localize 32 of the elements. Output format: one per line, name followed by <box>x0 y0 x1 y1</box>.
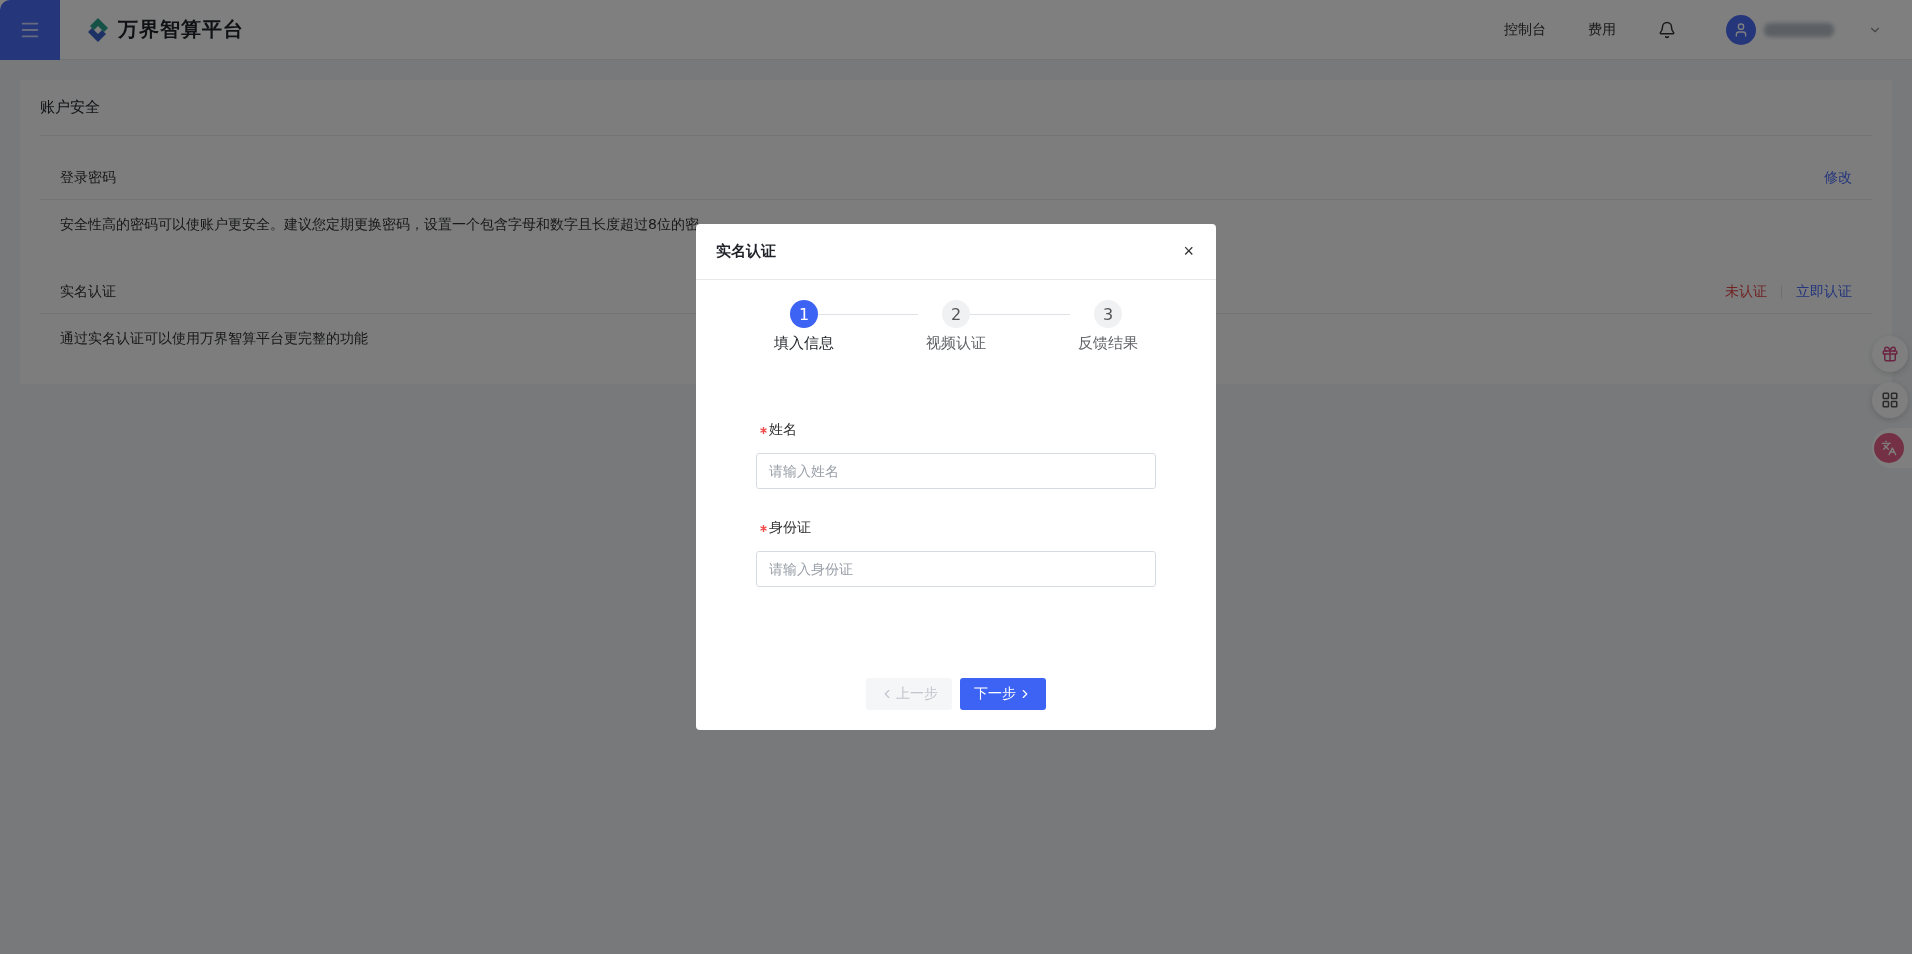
status-text: 未认证 <box>1725 282 1767 301</box>
gift-icon[interactable] <box>1872 336 1908 372</box>
section-title: 实名认证 <box>60 282 116 301</box>
notification-bell-icon[interactable] <box>1658 20 1676 39</box>
menu-button[interactable] <box>0 0 60 60</box>
user-avatar-icon[interactable] <box>1726 14 1756 45</box>
logo-text: 万界智算平台 <box>118 16 244 43</box>
step-label: 反馈结果 <box>1078 334 1138 353</box>
translate-icon[interactable] <box>1881 440 1897 456</box>
card-title: 账户安全 <box>40 80 1872 136</box>
blurred-username <box>1764 22 1834 37</box>
next-button[interactable]: 下一步 <box>960 678 1046 710</box>
field-label: 身份证 <box>760 519 1156 537</box>
action-link[interactable]: 修改 <box>1824 168 1852 187</box>
input-field[interactable]: 请输入身份证 <box>756 551 1156 587</box>
section-title: 登录密码 <box>60 168 116 187</box>
nav-link[interactable]: 控制台 <box>1504 20 1546 39</box>
step-label: 视频认证 <box>926 334 986 353</box>
section-description: 安全性高的密码可以使账户更安全。建议您定期更换密码，设置一个包含字母和数字且长度超过8位的密 <box>59 215 700 234</box>
apps-icon[interactable] <box>1872 382 1908 418</box>
step-label: 填入信息 <box>774 334 834 353</box>
step-number: 2 <box>942 300 970 328</box>
translate-button[interactable] <box>1872 428 1912 468</box>
step-number: 3 <box>1094 300 1122 328</box>
action-link[interactable]: 立即认证 <box>1796 282 1852 301</box>
field-label: 姓名 <box>760 421 1156 439</box>
close-button[interactable]: × <box>1181 241 1196 262</box>
input-field[interactable]: 请输入姓名 <box>756 453 1156 489</box>
dialog-title: 实名认证 <box>716 242 776 261</box>
section-description: 通过实名认证可以使用万界智算平台更完整的功能 <box>59 329 369 348</box>
step-number: 1 <box>790 300 818 328</box>
nav-link[interactable]: 费用 <box>1588 20 1616 39</box>
